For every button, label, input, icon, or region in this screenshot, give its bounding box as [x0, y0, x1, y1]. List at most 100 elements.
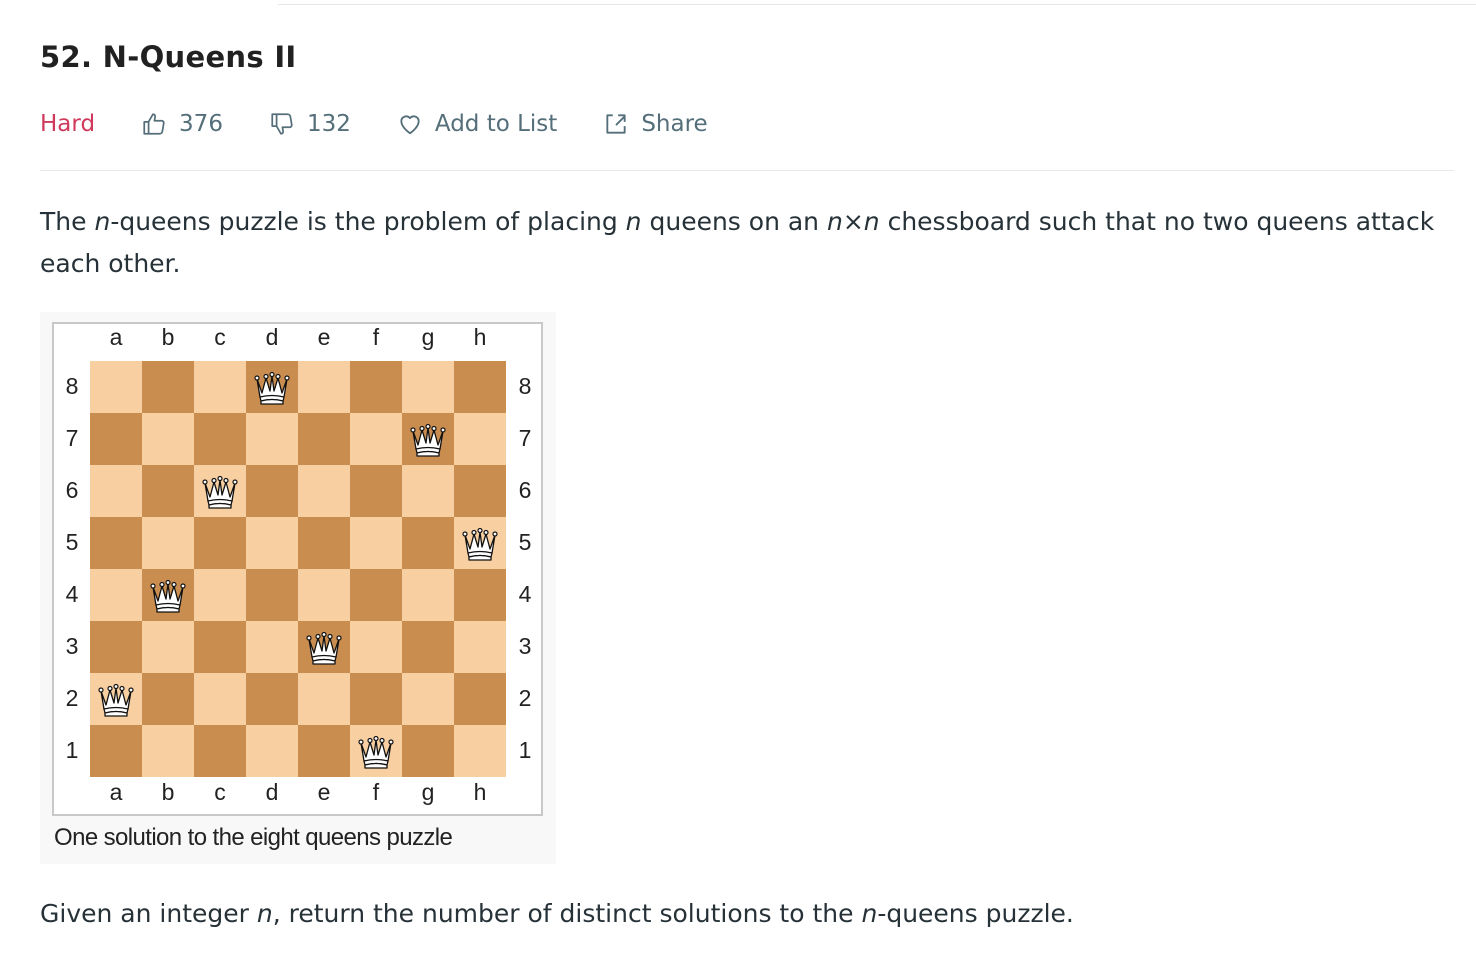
- square-e8: [298, 361, 350, 413]
- description-paragraph-1: The n-queens puzzle is the problem of pl…: [40, 207, 1435, 278]
- rank-label-right-2: 2: [518, 685, 532, 711]
- square-c7: [194, 413, 246, 465]
- description-paragraph-2: Given an integer n, return the number of…: [40, 899, 1074, 928]
- problem-meta-bar: Hard 376 132 Add to List Share: [40, 106, 754, 142]
- square-c3: [194, 621, 246, 673]
- file-label-top-h: h: [473, 324, 487, 350]
- square-e2: [298, 673, 350, 725]
- like-count: 376: [179, 111, 223, 137]
- square-a7: [90, 413, 142, 465]
- square-f3: [350, 621, 402, 673]
- square-a3: [90, 621, 142, 673]
- queen-icon: [356, 731, 396, 771]
- rank-label-right-8: 8: [518, 373, 532, 399]
- square-b5: [142, 517, 194, 569]
- file-label-bottom-g: g: [421, 779, 435, 805]
- square-b3: [142, 621, 194, 673]
- file-label-top-c: c: [214, 324, 226, 350]
- rank-label-right-4: 4: [518, 581, 532, 607]
- thumbs-down-icon: [271, 113, 293, 135]
- square-d5: [246, 517, 298, 569]
- file-label-bottom-f: f: [372, 779, 380, 805]
- rank-label-left-2: 2: [65, 685, 79, 711]
- queen-icon: [252, 367, 292, 407]
- file-label-bottom-c: c: [214, 779, 226, 805]
- share-label: Share: [641, 111, 708, 137]
- figure-caption: One solution to the eight queens puzzle: [54, 824, 453, 851]
- square-h7: [454, 413, 506, 465]
- square-g5: [402, 517, 454, 569]
- add-to-list-label: Add to List: [434, 111, 558, 137]
- rank-label-right-1: 1: [518, 737, 532, 763]
- heart-icon: [400, 115, 420, 135]
- rank-label-right-3: 3: [518, 633, 532, 659]
- file-label-top-b: b: [161, 324, 175, 350]
- square-h4: [454, 569, 506, 621]
- problem-title: 52. N-Queens II: [40, 40, 297, 74]
- square-a6: [90, 465, 142, 517]
- queen-icon: [96, 679, 136, 719]
- queen-icon: [304, 627, 344, 667]
- square-c5: [194, 517, 246, 569]
- square-c4: [194, 569, 246, 621]
- square-d2: [246, 673, 298, 725]
- queen-icon: [148, 575, 188, 615]
- rank-label-right-7: 7: [518, 425, 532, 451]
- dislike-count: 132: [306, 111, 351, 137]
- square-f5: [350, 517, 402, 569]
- square-e6: [298, 465, 350, 517]
- square-g6: [402, 465, 454, 517]
- square-g8: [402, 361, 454, 413]
- square-h8: [454, 361, 506, 413]
- square-b2: [142, 673, 194, 725]
- square-d1: [246, 725, 298, 777]
- difficulty-badge: Hard: [40, 111, 96, 137]
- square-b6: [142, 465, 194, 517]
- file-label-bottom-b: b: [161, 779, 175, 805]
- square-a2: [90, 673, 142, 725]
- square-f1: [350, 725, 402, 777]
- square-c2: [194, 673, 246, 725]
- square-h5: [454, 517, 506, 569]
- square-g3: [402, 621, 454, 673]
- square-e1: [298, 725, 350, 777]
- chessboard: [90, 361, 506, 777]
- square-g1: [402, 725, 454, 777]
- square-h3: [454, 621, 506, 673]
- file-label-bottom-e: e: [317, 779, 331, 805]
- top-bar-divider: [278, 0, 1476, 5]
- square-d6: [246, 465, 298, 517]
- square-g4: [402, 569, 454, 621]
- rank-label-left-5: 5: [65, 529, 79, 555]
- rank-label-right-5: 5: [518, 529, 532, 555]
- square-h2: [454, 673, 506, 725]
- like-button[interactable]: 376: [141, 111, 223, 137]
- square-a8: [90, 361, 142, 413]
- file-label-bottom-d: d: [265, 779, 279, 805]
- square-a1: [90, 725, 142, 777]
- file-label-top-a: a: [109, 324, 123, 350]
- square-f6: [350, 465, 402, 517]
- square-b1: [142, 725, 194, 777]
- file-label-top-d: d: [265, 324, 279, 350]
- add-to-list-button[interactable]: Add to List: [397, 111, 557, 137]
- square-f4: [350, 569, 402, 621]
- file-label-bottom-h: h: [473, 779, 487, 805]
- square-c8: [194, 361, 246, 413]
- square-c6: [194, 465, 246, 517]
- file-label-bottom-a: a: [109, 779, 123, 805]
- rank-label-left-3: 3: [65, 633, 79, 659]
- dislike-button[interactable]: 132: [269, 111, 351, 137]
- square-e7: [298, 413, 350, 465]
- rank-label-left-4: 4: [65, 581, 79, 607]
- square-a5: [90, 517, 142, 569]
- rank-label-left-6: 6: [65, 477, 79, 503]
- square-b4: [142, 569, 194, 621]
- square-d3: [246, 621, 298, 673]
- square-a4: [90, 569, 142, 621]
- square-e3: [298, 621, 350, 673]
- share-button[interactable]: Share: [603, 111, 708, 137]
- rank-label-left-7: 7: [65, 425, 79, 451]
- square-d8: [246, 361, 298, 413]
- queen-icon: [200, 471, 240, 511]
